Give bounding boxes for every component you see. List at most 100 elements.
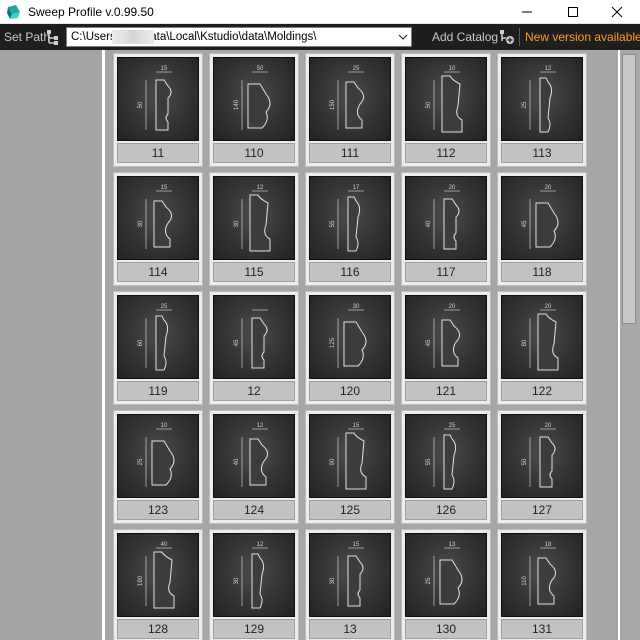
molding-tile[interactable]: 12 30 115 bbox=[209, 172, 299, 286]
molding-tile[interactable]: 13 25 130 bbox=[401, 529, 491, 640]
height-dimension-label: 50 bbox=[138, 101, 144, 108]
molding-profile-thumbnail: 12 40 bbox=[213, 414, 295, 498]
height-dimension-label: 45 bbox=[426, 339, 432, 346]
molding-profile-thumbnail: 20 45 bbox=[405, 295, 487, 379]
molding-tile[interactable]: 15 30 114 bbox=[113, 172, 203, 286]
minimize-button[interactable] bbox=[504, 0, 550, 24]
folder-tree-icon[interactable] bbox=[46, 29, 60, 45]
molding-tile[interactable]: 30 125 120 bbox=[305, 291, 395, 405]
height-dimension-label: 30 bbox=[234, 577, 240, 584]
toolbar-divider bbox=[519, 28, 520, 46]
molding-tile[interactable]: 15 50 11 bbox=[113, 53, 203, 167]
molding-tile-label: 129 bbox=[213, 619, 295, 639]
molding-profile-thumbnail: 30 125 bbox=[309, 295, 391, 379]
width-dimension-label: 10 bbox=[161, 423, 168, 429]
molding-tile-label: 122 bbox=[501, 381, 583, 401]
width-dimension-label: 17 bbox=[353, 185, 360, 191]
molding-tile[interactable]: 50 140 110 bbox=[209, 53, 299, 167]
profile-outline bbox=[249, 438, 268, 486]
redacted-username bbox=[112, 30, 154, 44]
profile-drawing: 18 110 bbox=[522, 542, 556, 606]
molding-tile[interactable]: 45 12 bbox=[209, 291, 299, 405]
path-combobox[interactable]: C:\Users\ AppData\Local\Kstudio\data\Mol… bbox=[66, 27, 412, 47]
height-dimension-label: 45 bbox=[234, 339, 240, 346]
molding-profile-thumbnail: 12 30 bbox=[213, 176, 295, 260]
title-bar: Sweep Profile v.0.99.50 bbox=[0, 0, 640, 24]
profile-drawing: 25 60 bbox=[138, 304, 172, 371]
molding-profile-thumbnail: 15 90 bbox=[309, 414, 391, 498]
minimize-icon bbox=[522, 11, 532, 13]
profile-drawing: 12 40 bbox=[234, 423, 268, 487]
molding-tile[interactable]: 20 50 127 bbox=[497, 410, 587, 524]
new-version-link[interactable]: New version available bbox=[525, 30, 640, 44]
molding-profile-thumbnail: 15 50 bbox=[117, 57, 199, 141]
molding-tile[interactable]: 12 40 124 bbox=[209, 410, 299, 524]
width-dimension-label: 40 bbox=[161, 542, 168, 548]
width-dimension-label: 20 bbox=[545, 423, 552, 429]
molding-tile[interactable]: 10 50 112 bbox=[401, 53, 491, 167]
close-button[interactable] bbox=[594, 0, 640, 24]
height-dimension-label: 30 bbox=[138, 220, 144, 227]
molding-tile[interactable]: 18 110 131 bbox=[497, 529, 587, 640]
profile-drawing: 1550 bbox=[138, 66, 172, 131]
set-path-label[interactable]: Set Path bbox=[4, 30, 50, 44]
molding-tile-label: 125 bbox=[309, 500, 391, 520]
profile-drawing: 13 25 bbox=[426, 542, 463, 606]
height-dimension-label: 40 bbox=[426, 220, 432, 227]
molding-tile[interactable]: 10 25 123 bbox=[113, 410, 203, 524]
profile-outline bbox=[443, 198, 460, 250]
add-catalog-label[interactable]: Add Catalog bbox=[432, 30, 498, 44]
molding-tile[interactable]: 20 80 122 bbox=[497, 291, 587, 405]
molding-tile[interactable]: 20 40 117 bbox=[401, 172, 491, 286]
profile-drawing: 45 bbox=[234, 309, 268, 369]
height-dimension-label: 50 bbox=[522, 458, 528, 465]
maximize-button[interactable] bbox=[550, 0, 596, 24]
height-dimension-label: 25 bbox=[138, 458, 144, 465]
left-panel bbox=[0, 50, 102, 640]
profile-outline bbox=[251, 553, 265, 609]
molding-profile-thumbnail: 25 55 bbox=[405, 414, 487, 498]
width-dimension-label: 20 bbox=[545, 185, 552, 191]
molding-tile-label: 123 bbox=[117, 500, 199, 520]
molding-tile-label: 127 bbox=[501, 500, 583, 520]
molding-tile[interactable]: 25 60 119 bbox=[113, 291, 203, 405]
molding-tile[interactable]: 12 30 129 bbox=[209, 529, 299, 640]
height-dimension-label: 90 bbox=[330, 458, 336, 465]
profile-outline bbox=[537, 557, 556, 605]
profile-drawing: 12 25 bbox=[522, 66, 556, 133]
molding-tile[interactable]: 15 90 125 bbox=[305, 410, 395, 524]
add-catalog-icon[interactable] bbox=[499, 29, 515, 45]
profile-outline bbox=[343, 321, 367, 367]
profile-drawing: 12 30 bbox=[234, 542, 268, 609]
profile-outline bbox=[539, 77, 553, 133]
molding-tile[interactable]: 15 30 13 bbox=[305, 529, 395, 640]
scrollbar-thumb[interactable] bbox=[622, 54, 636, 324]
chevron-down-icon[interactable] bbox=[398, 33, 408, 41]
profile-drawing: 1530 bbox=[330, 542, 364, 607]
molding-profile-thumbnail: 50 140 bbox=[213, 57, 295, 141]
molding-tile[interactable]: 20 45 121 bbox=[401, 291, 491, 405]
molding-tile[interactable]: 25 150 111 bbox=[305, 53, 395, 167]
molding-tile[interactable]: 25 55 126 bbox=[401, 410, 491, 524]
molding-profile-thumbnail: 20 40 bbox=[405, 176, 487, 260]
profile-drawing: 10 50 bbox=[426, 66, 463, 133]
molding-profile-thumbnail: 13 25 bbox=[405, 533, 487, 617]
width-dimension-label: 15 bbox=[161, 66, 168, 72]
path-value: C:\Users\ AppData\Local\Kstudio\data\Mol… bbox=[71, 31, 317, 43]
profile-outline bbox=[535, 202, 559, 248]
molding-tile[interactable]: 17 55 116 bbox=[305, 172, 395, 286]
height-dimension-label: 150 bbox=[330, 99, 336, 110]
profile-drawing: 30 125 bbox=[330, 304, 367, 368]
molding-tile-label: 111 bbox=[309, 143, 391, 163]
molding-profile-thumbnail: 25 150 bbox=[309, 57, 391, 141]
width-dimension-label: 12 bbox=[545, 66, 552, 72]
profile-outline bbox=[155, 315, 169, 371]
profile-outline bbox=[247, 83, 271, 129]
molding-tile[interactable]: 12 25 113 bbox=[497, 53, 587, 167]
height-dimension-label: 125 bbox=[330, 337, 336, 348]
profile-outline bbox=[153, 200, 172, 248]
molding-tile[interactable]: 40 190 128 bbox=[113, 529, 203, 640]
molding-tile[interactable]: 20 45 118 bbox=[497, 172, 587, 286]
profile-outline bbox=[441, 75, 463, 133]
molding-tile-label: 124 bbox=[213, 500, 295, 520]
